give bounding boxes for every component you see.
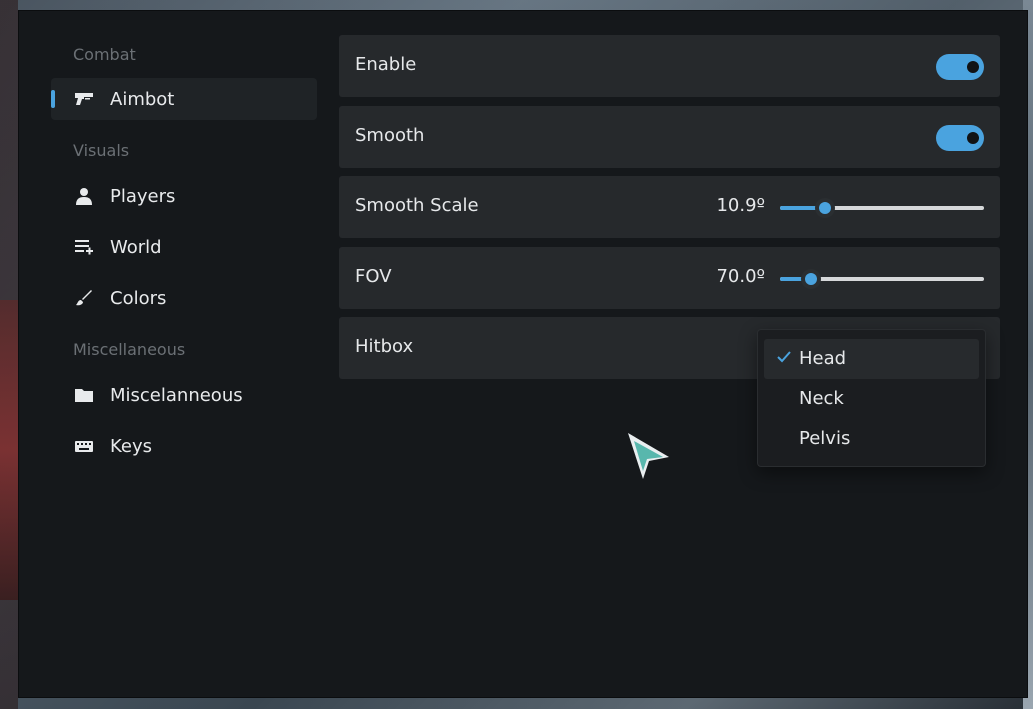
slider-thumb[interactable]	[814, 198, 835, 218]
hitbox-dropdown[interactable]: Head Neck Pelvis	[757, 329, 986, 467]
sidebar: Combat Aimbot Visuals Players World Colo…	[19, 11, 329, 697]
sidebar-item-label: Players	[110, 185, 176, 207]
section-label-visuals: Visuals	[73, 141, 130, 160]
dropdown-option-label: Pelvis	[799, 428, 851, 449]
sidebar-item-keys[interactable]: Keys	[51, 425, 317, 467]
smooth-scale-value: 10.9º	[716, 195, 765, 216]
folder-icon	[73, 385, 95, 405]
setting-row-fov: FOV 70.0º	[339, 247, 1000, 309]
background-decoration	[0, 300, 18, 600]
sidebar-item-world[interactable]: World	[51, 226, 317, 268]
smooth-scale-slider[interactable]	[780, 198, 984, 218]
game-cursor-icon	[628, 433, 669, 479]
enable-toggle[interactable]	[936, 54, 984, 80]
brush-icon	[73, 288, 95, 308]
setting-label: Enable	[355, 54, 417, 75]
section-label-miscellaneous: Miscellaneous	[73, 340, 186, 359]
sidebar-item-miscellaneous[interactable]: Miscelanneous	[51, 374, 317, 416]
section-label-combat: Combat	[73, 45, 136, 64]
fov-slider[interactable]	[780, 269, 984, 289]
dropdown-option-label: Head	[799, 348, 847, 369]
setting-label: Smooth Scale	[355, 195, 479, 216]
setting-row-enable: Enable	[339, 35, 1000, 97]
sidebar-item-label: Keys	[110, 435, 153, 457]
dropdown-option-pelvis[interactable]: Pelvis	[764, 419, 979, 459]
dropdown-option-head[interactable]: Head	[764, 339, 979, 379]
smooth-toggle[interactable]	[936, 125, 984, 151]
sidebar-item-label: World	[110, 236, 162, 258]
settings-window: Combat Aimbot Visuals Players World Colo…	[18, 10, 1028, 698]
setting-label: FOV	[355, 266, 392, 287]
list-add-icon	[73, 237, 95, 257]
dropdown-option-label: Neck	[799, 388, 844, 409]
person-icon	[73, 186, 95, 206]
toggle-knob	[967, 61, 979, 73]
slider-thumb[interactable]	[800, 269, 821, 289]
sidebar-item-aimbot[interactable]: Aimbot	[51, 78, 317, 120]
gun-icon	[73, 89, 95, 109]
check-icon	[777, 351, 791, 363]
sidebar-item-colors[interactable]: Colors	[51, 277, 317, 319]
keyboard-icon	[73, 436, 95, 456]
sidebar-item-label: Miscelanneous	[110, 384, 243, 406]
toggle-knob	[967, 132, 979, 144]
sidebar-item-players[interactable]: Players	[51, 175, 317, 217]
setting-label: Hitbox	[355, 336, 414, 357]
sidebar-item-label: Aimbot	[110, 88, 175, 110]
setting-label: Smooth	[355, 125, 425, 146]
dropdown-option-neck[interactable]: Neck	[764, 379, 979, 419]
sidebar-item-label: Colors	[110, 287, 167, 309]
active-indicator	[51, 90, 55, 108]
setting-row-smooth: Smooth	[339, 106, 1000, 168]
fov-value: 70.0º	[716, 266, 765, 287]
setting-row-smooth-scale: Smooth Scale 10.9º	[339, 176, 1000, 238]
